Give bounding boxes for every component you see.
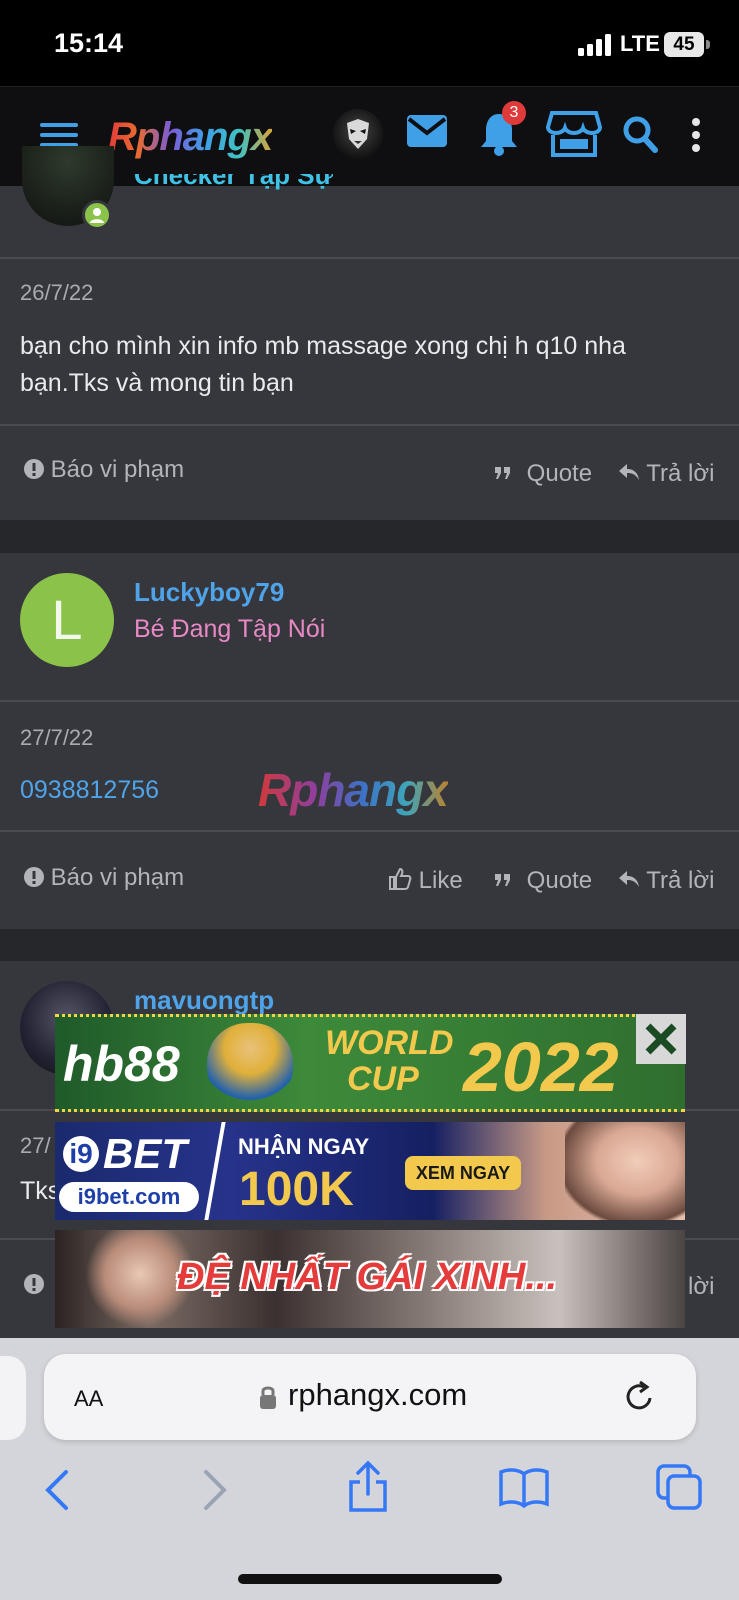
ad-headline-line: WORLD [325,1024,454,1062]
alert-icon[interactable] [24,1274,44,1294]
avatar[interactable]: L [20,573,114,667]
post-body-line: bạn.Tks và mong tin bạn [20,369,294,397]
username[interactable]: Checker Tập Sự [134,174,333,196]
quote-button[interactable]: Quote [494,867,592,895]
status-bar: 15:14 LTE 45 [0,0,739,86]
username[interactable]: mavuongtp [134,985,274,1016]
post-date[interactable]: 27/7/22 [20,725,93,751]
quote-label: Quote [526,867,593,894]
more-vertical-icon[interactable] [690,117,702,153]
ad-headline: ĐỆ NHẤT GÁI XINH... [177,1256,558,1298]
report-label: Báo vi phạm [50,456,185,483]
post-card: Checker Tập Sự 26/7/22 bạn cho mình xin … [0,146,739,520]
model-image [565,1122,685,1220]
divider [0,424,739,426]
post-date[interactable]: 27/ [20,1133,51,1159]
ad-year: 2022 [463,1028,619,1106]
reply-label: Trả lời [646,460,715,487]
reply-button[interactable]: Trả lời [618,867,714,895]
battery-nub [706,40,710,49]
tabs-icon[interactable] [654,1462,704,1512]
reply-icon [619,464,639,480]
ad-banner-hb88[interactable]: hb88 WORLD CUP 2022 [55,1014,685,1112]
share-icon[interactable] [346,1460,390,1514]
battery-icon: 45 [664,32,704,57]
previous-tab-preview[interactable] [0,1356,26,1440]
text-size-label: AA [74,1386,104,1411]
mail-icon[interactable] [406,114,448,148]
site-logo[interactable]: Rphangx [108,115,273,160]
ad-headline-line: CUP [347,1060,419,1098]
i9-logo-icon: i9 [63,1136,99,1172]
ad-close-button[interactable] [636,1014,686,1064]
lock-icon [260,1386,276,1409]
post-date[interactable]: 26/7/22 [20,280,93,306]
reply-label: Trả lời [646,867,715,894]
divider [0,257,739,259]
reply-button[interactable]: lời [688,1273,714,1301]
back-icon[interactable] [42,1468,72,1512]
ad-banner-i9bet[interactable]: i9 BET i9bet.com NHẬN NGAY 100K XEM NGAY [55,1122,685,1220]
signal-icon [578,34,611,56]
browser-toolbar: AA rphangx.com [0,1338,739,1600]
watermark-logo: Rphangx [258,764,449,816]
status-time: 15:14 [54,28,124,58]
ad-banner-gai-xinh[interactable]: ĐỆ NHẤT GÁI XINH... [55,1230,685,1328]
mask-avatar-icon [347,119,369,149]
bookmarks-icon[interactable] [498,1466,550,1510]
report-label: Báo vi phạm [50,864,185,891]
ad-brand: BET [103,1130,187,1177]
text-size-button[interactable]: AA [74,1380,103,1414]
username[interactable]: Luckyboy79 [134,577,284,608]
user-title: Bé Đang Tập Nói [134,615,326,643]
report-button[interactable]: Báo vi phạm [24,864,184,892]
person-icon [90,208,104,223]
alert-icon [24,867,44,887]
store-icon[interactable] [546,109,602,159]
divider [0,830,739,832]
report-button[interactable]: Báo vi phạm [24,456,184,484]
ad-headline: WORLD CUP [325,1025,453,1097]
reply-button[interactable]: Trả lời [618,460,714,488]
notification-badge: 3 [502,101,526,125]
ad-cta-button[interactable]: XEM NGAY [405,1156,521,1190]
phone-link[interactable]: 0938812756 [20,776,159,805]
address-bar[interactable]: AA rphangx.com [44,1354,696,1440]
quote-icon [495,874,510,886]
ad-divider [204,1122,226,1220]
reply-icon [619,871,639,887]
forward-icon [204,1470,227,1510]
user-avatar[interactable] [333,109,383,159]
search-icon[interactable] [622,115,658,153]
close-icon [645,1023,677,1055]
url-text[interactable]: rphangx.com [288,1377,467,1413]
home-indicator [238,1574,502,1584]
online-indicator [82,200,112,230]
quote-icon [495,467,510,479]
ad-brand-text: hb88 [63,1036,180,1092]
quote-label: Quote [526,460,593,487]
post-body-line: bạn cho mình xin info mb massage xong ch… [20,332,626,360]
network-label: LTE [620,31,660,56]
like-button[interactable]: Like [388,867,463,895]
quote-button[interactable]: Quote [494,460,592,488]
reload-icon[interactable] [624,1380,656,1414]
ad-domain: i9bet.com [59,1182,199,1212]
ad-brand: hb88 [63,1035,180,1093]
divider [0,700,739,702]
thumbs-up-icon [389,867,412,890]
username-text[interactable]: Checker Tập Sự [134,174,333,190]
like-label: Like [418,867,463,894]
ad-amount: 100K [239,1163,354,1216]
alert-icon [24,459,44,479]
post-card: L Luckyboy79 Bé Đang Tập Nói 27/7/22 093… [0,553,739,929]
ad-line: NHẬN NGAY [238,1134,370,1159]
player-image [207,1023,293,1107]
